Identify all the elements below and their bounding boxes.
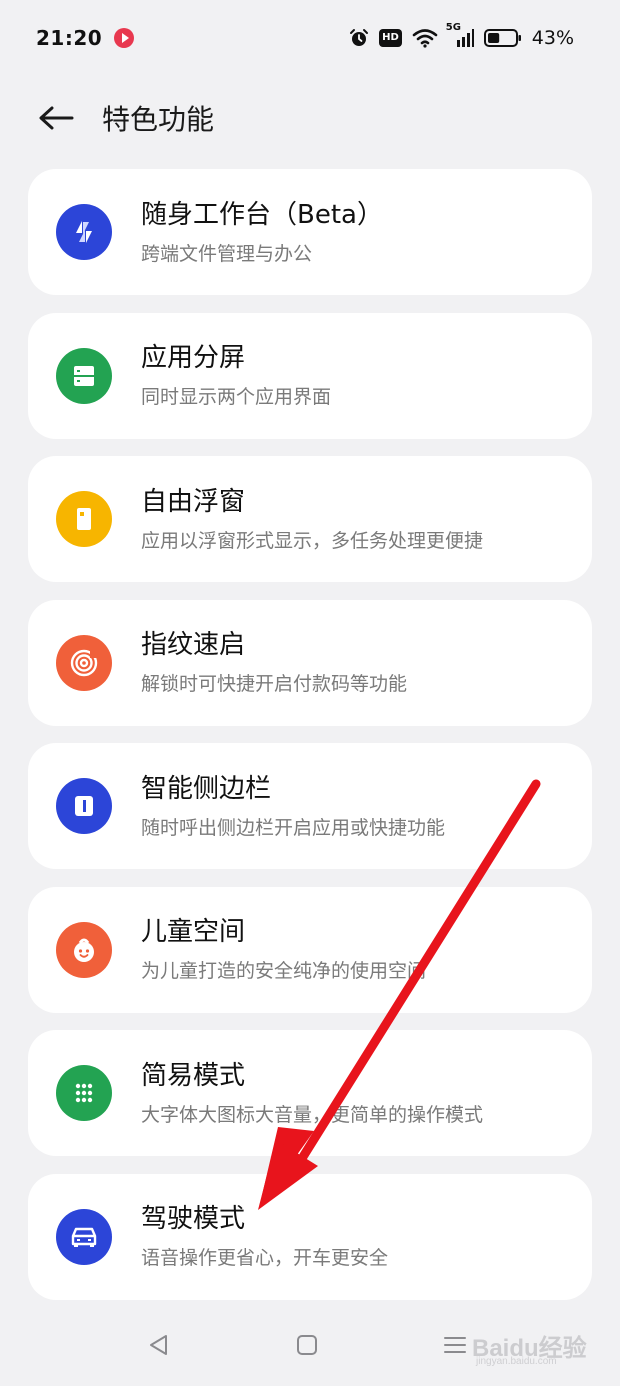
feature-item-driving-mode[interactable]: 驾驶模式 语音操作更省心，开车更安全 [28,1173,592,1300]
feature-item-simple-mode[interactable]: 简易模式 大字体大图标大音量，更简单的操作模式 [28,1030,592,1156]
watermark-url: jingyan.baidu.com [476,1356,557,1367]
feature-desc: 应用以浮窗形式显示，多任务处理更便捷 [141,529,484,552]
workbench-icon [56,204,112,260]
menu-lines-icon[interactable] [440,1330,470,1360]
feature-item-fingerprint[interactable]: 指纹速启 解锁时可快捷开启付款码等功能 [28,599,592,726]
network-type-label: 5G [445,22,461,33]
battery-icon [483,29,521,47]
grid-dots-icon [56,1065,112,1121]
fingerprint-icon [56,634,112,691]
header: 特色功能 [0,88,620,148]
feature-title: 儿童空间 [141,917,246,947]
feature-title: 智能侧边栏 [141,773,272,804]
hd-badge: HD [379,29,402,47]
feature-item-kids-space[interactable]: 儿童空间 为儿童打造的安全纯净的使用空间 [28,886,592,1013]
cellular-signal: 5G [446,22,474,48]
arrow-left-icon [39,106,74,130]
feature-title: 指纹速启 [141,630,246,660]
triangle-back-icon[interactable] [144,1330,174,1360]
status-left: 21:20 [36,26,135,50]
feature-desc: 大字体大图标大音量，更简单的操作模式 [141,1103,484,1126]
feature-title: 应用分屏 [141,343,246,373]
status-time: 21:20 [36,26,103,50]
status-right: HD 5G 43% [349,22,574,49]
back-button[interactable] [36,98,76,138]
feature-title: 驾驶模式 [141,1204,246,1234]
status-bar: 21:20 HD 5G 43% [0,0,620,76]
split-screen-icon [56,347,112,404]
feature-list: 随身工作台（Beta） 跨端文件管理与办公 应用分屏 同时显示两个应用界面 自由 [28,169,592,1317]
wifi-icon [412,29,438,48]
feature-desc: 语音操作更省心，开车更安全 [141,1247,389,1269]
feature-item-split-screen[interactable]: 应用分屏 同时显示两个应用界面 [28,312,592,439]
car-icon [56,1208,112,1265]
feature-desc: 跨端文件管理与办公 [141,242,313,265]
battery-percent: 43% [531,27,574,49]
screen-record-icon [114,28,135,48]
feature-title: 随身工作台（Beta） [141,199,383,230]
kid-face-icon [56,921,112,978]
sidebar-icon [56,778,112,834]
feature-desc: 为儿童打造的安全纯净的使用空间 [141,960,427,982]
feature-desc: 随时呼出侧边栏开启应用或快捷功能 [141,816,446,839]
feature-desc: 同时显示两个应用界面 [141,386,332,408]
feature-item-floating-window[interactable]: 自由浮窗 应用以浮窗形式显示，多任务处理更便捷 [28,456,592,582]
feature-title: 简易模式 [141,1060,246,1091]
floating-window-icon [56,491,112,547]
feature-item-workbench[interactable]: 随身工作台（Beta） 跨端文件管理与办公 [28,169,592,295]
square-home-icon[interactable] [292,1330,322,1360]
alarm-icon [350,29,369,46]
feature-desc: 解锁时可快捷开启付款码等功能 [141,673,408,695]
feature-title: 自由浮窗 [141,486,246,517]
page-title: 特色功能 [102,103,215,136]
feature-item-smart-sidebar[interactable]: 智能侧边栏 随时呼出侧边栏开启应用或快捷功能 [28,743,592,869]
